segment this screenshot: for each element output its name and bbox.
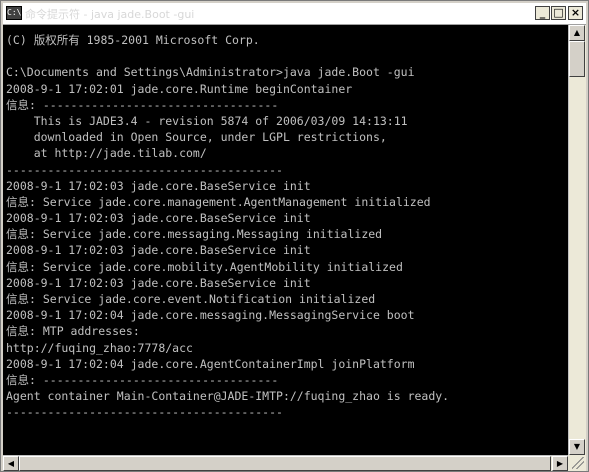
title-bar[interactable]: C:\ 命令提示符 - java jade.Boot -gui _ □ × <box>3 3 586 25</box>
console-line: (C) 版权所有 1985-2001 Microsoft Corp. <box>6 33 260 47</box>
vertical-scroll-thumb[interactable] <box>569 41 585 77</box>
horizontal-scroll-thumb[interactable] <box>19 456 551 471</box>
scroll-left-icon[interactable]: ◀ <box>3 456 19 471</box>
vertical-scrollbar[interactable]: ▲ ▼ <box>568 25 586 455</box>
window-title: 命令提示符 - java jade.Boot -gui <box>25 8 195 21</box>
console-line: 信息: Service jade.core.event.Notification… <box>6 292 376 306</box>
console-window: C:\ 命令提示符 - java jade.Boot -gui _ □ × (C… <box>0 0 589 472</box>
console-line: http://fuqing_zhao:7778/acc <box>6 340 193 355</box>
maximize-button[interactable]: □ <box>551 6 566 20</box>
console-line: downloaded in Open Source, under LGPL re… <box>6 130 387 145</box>
console-line: 信息: ---------------------------------- <box>6 372 279 387</box>
console-line: 2008-9-1 17:02:04 jade.core.messaging.Me… <box>6 308 415 323</box>
resize-grip-icon <box>572 457 584 469</box>
close-button[interactable]: × <box>568 6 583 20</box>
console-line: 2008-9-1 17:02:04 jade.core.AgentContain… <box>6 356 415 371</box>
console-line: ---------------------------------------- <box>6 405 283 420</box>
console-text: (C) 版权所有 1985-2001 Microsoft Corp. C:\Doc… <box>3 25 568 421</box>
minimize-button[interactable]: _ <box>535 6 550 20</box>
console-line: C:\Documents and Settings\Administrator>… <box>6 65 415 80</box>
console-line: 信息: Service jade.core.management.AgentMa… <box>6 194 431 209</box>
console-line: 2008-9-1 17:02:03 jade.core.BaseService … <box>6 243 311 258</box>
console-line: 2008-9-1 17:02:03 jade.core.BaseService … <box>6 178 311 193</box>
console-line: 信息: Service jade.core.messaging.Messagin… <box>6 227 383 242</box>
scroll-down-icon[interactable]: ▼ <box>569 439 585 455</box>
console-line: ---------------------------------------- <box>6 162 283 177</box>
console-output[interactable]: (C) 版权所有 1985-2001 Microsoft Corp. C:\Doc… <box>3 25 568 455</box>
console-line: Agent container Main-Container@JADE-IMTP… <box>6 389 450 404</box>
console-app-icon[interactable]: C:\ <box>6 6 22 20</box>
scroll-up-icon[interactable]: ▲ <box>569 25 585 41</box>
console-line: 2008-9-1 17:02:03 jade.core.BaseService … <box>6 275 311 290</box>
console-line: 2008-9-1 17:02:01 jade.core.Runtime begi… <box>6 81 353 96</box>
horizontal-scrollbar[interactable]: ◀ ▶ <box>3 455 568 471</box>
console-line: 信息: MTP addresses: <box>6 324 140 339</box>
console-line: 信息: Service jade.core.mobility.AgentMobi… <box>6 259 403 274</box>
console-line: 2008-9-1 17:02:03 jade.core.BaseService … <box>6 211 311 226</box>
console-line: 信息: ---------------------------------- <box>6 97 279 112</box>
console-line: at http://jade.tilab.com/ <box>6 146 207 161</box>
scroll-right-icon[interactable]: ▶ <box>552 456 568 471</box>
resize-grip[interactable] <box>568 455 586 471</box>
console-line: This is JADE3.4 - revision 5874 of 2006/… <box>6 113 408 128</box>
